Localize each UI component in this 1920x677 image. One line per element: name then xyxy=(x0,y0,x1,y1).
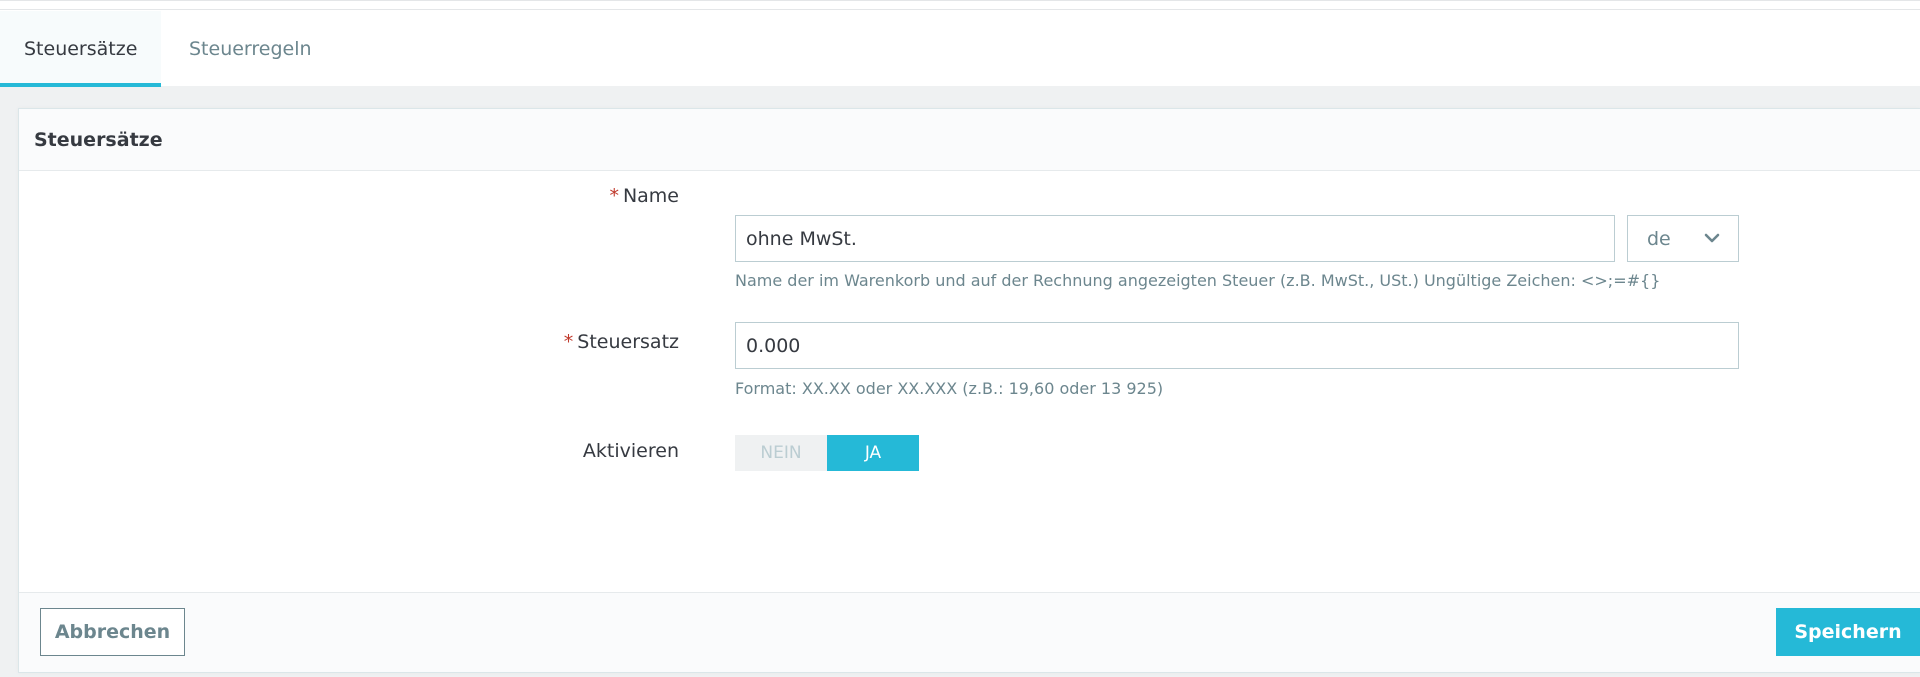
rate-help-text: Format: XX.XX oder XX.XXX (z.B.: 19,60 o… xyxy=(735,379,1164,398)
panel-title: Steuersätze xyxy=(19,109,1920,171)
tab-steuersaetze-label: Steuersätze xyxy=(24,38,138,60)
switch-option-ja[interactable]: JA xyxy=(827,435,919,471)
top-divider xyxy=(0,9,1920,10)
panel-footer: Abbrechen Speichern xyxy=(19,592,1920,672)
language-value: de xyxy=(1647,227,1671,250)
top-tab-bar: Steuersätze Steuerregeln xyxy=(0,0,1920,87)
save-button[interactable]: Speichern xyxy=(1776,608,1920,656)
switch-option-nein[interactable]: NEIN xyxy=(735,435,827,471)
tab-steuerregeln[interactable]: Steuerregeln xyxy=(161,11,336,87)
tabs: Steuersätze Steuerregeln xyxy=(0,11,336,87)
chevron-down-icon xyxy=(1704,233,1720,243)
required-marker: * xyxy=(609,185,619,207)
name-help-text: Name der im Warenkorb und auf der Rechnu… xyxy=(735,271,1661,290)
rate-input[interactable] xyxy=(735,322,1739,369)
name-label: * Name xyxy=(609,185,679,207)
rate-label-text: Steuersatz xyxy=(577,331,679,353)
name-input[interactable] xyxy=(735,215,1615,262)
tab-steuersaetze[interactable]: Steuersätze xyxy=(0,11,161,87)
name-label-text: Name xyxy=(622,185,679,207)
required-marker: * xyxy=(563,331,574,353)
cancel-button[interactable]: Abbrechen xyxy=(40,608,185,656)
tab-steuerregeln-label: Steuerregeln xyxy=(189,38,312,60)
rate-label: * Steuersatz xyxy=(564,331,679,353)
active-switch[interactable]: NEIN JA xyxy=(735,435,919,471)
language-dropdown[interactable]: de xyxy=(1627,215,1739,262)
tax-rate-panel: Steuersätze *Name de Name der im Warenko… xyxy=(18,108,1920,673)
active-label: Aktivieren xyxy=(582,440,679,462)
